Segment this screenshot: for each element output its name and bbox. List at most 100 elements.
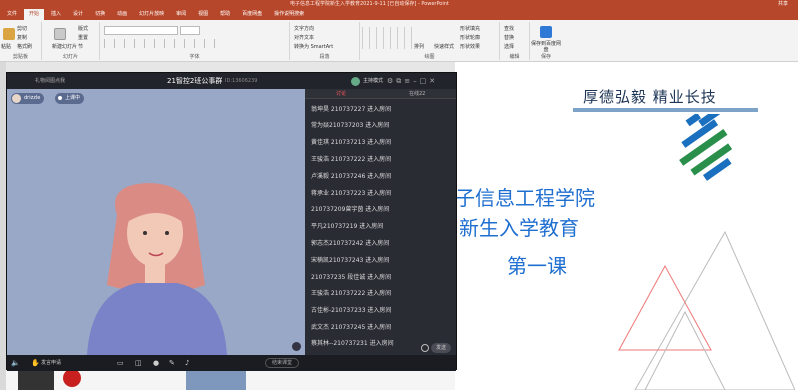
list-item: 古佳彬-210737233 进入房间 bbox=[311, 307, 392, 314]
slide-motto: 厚德弘毅 精业长技 bbox=[583, 88, 717, 106]
slide-title-line3: 第一课 bbox=[507, 254, 567, 278]
tab-baidu[interactable]: 百度网盘 bbox=[237, 9, 267, 20]
camera-icon[interactable]: ▭ bbox=[117, 355, 124, 371]
list-item: 武文杰 210737245 进入房间 bbox=[311, 324, 392, 331]
send-button[interactable]: 发送 bbox=[431, 343, 451, 353]
panel-tabs: 讨论 在线22 bbox=[305, 89, 456, 99]
shape-outline-button[interactable]: 形状轮廓 bbox=[460, 34, 480, 41]
settings-icon[interactable]: ⚙ bbox=[387, 77, 396, 85]
menu-icon[interactable]: ≡ bbox=[404, 77, 413, 85]
layout-button[interactable]: 版式 bbox=[78, 25, 88, 32]
clipboard-label: 剪贴板 bbox=[12, 54, 28, 60]
download-icon[interactable] bbox=[292, 342, 301, 351]
meeting-window[interactable]: 礼物阅图点我 21智控2班公事群 ID:13606239 主持模式 ⚙⧉≡–□✕… bbox=[6, 72, 457, 371]
drawing-label: 绘图 bbox=[424, 54, 435, 60]
font-name-select[interactable] bbox=[104, 26, 178, 35]
list-item: 王骏浩 210737222 进入房间 bbox=[311, 156, 392, 163]
microphone-icon[interactable]: ● bbox=[153, 355, 159, 371]
tab-review[interactable]: 审阅 bbox=[171, 9, 191, 20]
clipboard-group: 粘贴 剪切 复制 格式刷 剪贴板 bbox=[0, 22, 42, 60]
section-button[interactable]: 节 bbox=[78, 43, 83, 50]
teacher-video[interactable]: drizzle 上课中 bbox=[7, 89, 305, 355]
tab-insert[interactable]: 插入 bbox=[46, 9, 66, 20]
music-icon[interactable]: ♪ bbox=[185, 355, 189, 371]
list-item: 210737235 段佳诚 进入房间 bbox=[311, 274, 392, 281]
copy-button[interactable]: 复制 bbox=[17, 34, 27, 41]
college-logo bbox=[679, 114, 733, 181]
tab-help[interactable]: 帮助 bbox=[215, 9, 235, 20]
tab-animations[interactable]: 动画 bbox=[112, 9, 132, 20]
tell-me-search[interactable]: 操作说明搜索 bbox=[269, 9, 309, 20]
list-item: 蒋承业 210737223 进入房间 bbox=[311, 190, 392, 197]
select-button[interactable]: 选择 bbox=[504, 43, 514, 50]
ribbon: 粘贴 剪切 复制 格式刷 剪贴板 新建幻灯片 版式 重置 节 幻灯片 字体 文字… bbox=[0, 20, 798, 62]
arrange-button[interactable]: 排列 bbox=[414, 43, 424, 50]
text-direction-button[interactable]: 文字方向 bbox=[294, 25, 314, 32]
tab-slideshow[interactable]: 幻灯片放映 bbox=[134, 9, 169, 20]
message-list[interactable]: 翁坤昊 210737227 进入房间 常为燚210737203 进入房间 黄佳琪… bbox=[305, 100, 456, 347]
align-text-button[interactable]: 对齐文本 bbox=[294, 34, 314, 41]
replace-button[interactable]: 替换 bbox=[504, 34, 514, 41]
maximize-icon[interactable]: □ bbox=[420, 77, 430, 85]
list-item: 210737209曾宇茵 进入房间 bbox=[311, 206, 390, 213]
shape-fill-button[interactable]: 形状填充 bbox=[460, 25, 480, 32]
ribbon-tabs: 文件 开始 插入 设计 切换 动画 幻灯片放映 审阅 视图 帮助 百度网盘 操作… bbox=[0, 8, 798, 20]
new-slide-button[interactable]: 新建幻灯片 bbox=[52, 43, 77, 50]
tab-file[interactable]: 文件 bbox=[2, 9, 22, 20]
paragraph-group: 文字方向 对齐文本 转换为 SmartArt 段落 bbox=[290, 22, 360, 60]
discussion-panel: 讨论 在线22 翁坤昊 210737227 进入房间 常为燚210737203 … bbox=[305, 89, 456, 355]
host-mode-label: 主持模式 bbox=[363, 78, 384, 84]
slide-title-line2: 新生入学教育 bbox=[459, 216, 579, 240]
baidu-cloud-icon[interactable] bbox=[540, 26, 552, 38]
save-to-baidu-button[interactable]: 保存到百度网盘 bbox=[530, 41, 562, 53]
list-item: 翁坤昊 210737227 进入房间 bbox=[311, 106, 392, 113]
window-controls[interactable]: ⚙⧉≡–□✕ bbox=[387, 73, 438, 89]
paste-icon[interactable] bbox=[3, 28, 15, 40]
user-name: drizzle bbox=[24, 95, 41, 101]
app-title-bar: 电子信息工程学院新生入学教育2021-9-11 [已自动保存] - PowerP… bbox=[0, 0, 798, 8]
hand-raise-icon[interactable]: ✋ bbox=[31, 355, 40, 371]
new-slide-icon[interactable] bbox=[54, 28, 66, 40]
list-item: 卢溪毅 210737246 进入房间 bbox=[311, 173, 392, 180]
slides-label: 幻灯片 bbox=[62, 54, 78, 60]
paste-button[interactable]: 粘贴 bbox=[1, 43, 11, 50]
shapes-gallery[interactable] bbox=[362, 27, 412, 49]
slide-title-line1: 子信息工程学院 bbox=[455, 186, 595, 210]
tab-design[interactable]: 设计 bbox=[68, 9, 88, 20]
apply-speak-button[interactable]: 发言申请 bbox=[41, 355, 61, 371]
meeting-id: ID:13606239 bbox=[225, 78, 258, 84]
find-button[interactable]: 查找 bbox=[504, 25, 514, 32]
gift-link[interactable]: 礼物阅图点我 bbox=[35, 73, 65, 89]
shape-effects-button[interactable]: 形状效果 bbox=[460, 43, 480, 50]
reset-button[interactable]: 重置 bbox=[78, 34, 88, 41]
end-class-button[interactable]: 结束课堂 bbox=[265, 358, 300, 368]
format-painter-button[interactable]: 格式刷 bbox=[17, 43, 32, 50]
font-format-buttons[interactable] bbox=[104, 39, 224, 48]
edit-icon[interactable]: ✎ bbox=[169, 355, 175, 371]
tab-transitions[interactable]: 切换 bbox=[90, 9, 110, 20]
document-title: 电子信息工程学院新生入学教育2021-9-11 [已自动保存] - PowerP… bbox=[290, 1, 449, 7]
user-tag: drizzle bbox=[11, 93, 45, 104]
editing-label: 编辑 bbox=[509, 54, 520, 60]
list-item: 常为燚210737203 进入房间 bbox=[311, 122, 390, 129]
status-badge: 上课中 bbox=[55, 93, 85, 104]
save-label: 保存 bbox=[540, 54, 551, 60]
close-icon[interactable]: ✕ bbox=[429, 77, 438, 85]
list-item: 王骏浩 210737222 进入房间 bbox=[311, 290, 392, 297]
list-item: 郭志杰210737242 进入房间 bbox=[311, 240, 390, 247]
emoji-icon[interactable] bbox=[421, 344, 429, 352]
meeting-controls: 🔈 ✋ 发言申请 ▭ ◫ ● ✎ ♪ 结束课堂 bbox=[7, 355, 456, 371]
meeting-header: 礼物阅图点我 21智控2班公事群 ID:13606239 主持模式 ⚙⧉≡–□✕ bbox=[7, 73, 456, 89]
font-size-select[interactable] bbox=[180, 26, 200, 35]
cut-button[interactable]: 剪切 bbox=[17, 25, 27, 32]
speaker-icon[interactable]: 🔈 bbox=[11, 355, 20, 371]
slide-canvas[interactable]: 厚德弘毅 精业长技 子信息工程学院 新生入学教育 第一课 bbox=[455, 62, 798, 390]
tab-home[interactable]: 开始 bbox=[24, 8, 45, 20]
share-button[interactable]: 共享 bbox=[778, 0, 788, 8]
quick-styles-button[interactable]: 快速样式 bbox=[434, 43, 454, 50]
tab-view[interactable]: 视图 bbox=[193, 9, 213, 20]
screen-share-icon[interactable]: ◫ bbox=[135, 355, 142, 371]
tab-discussion[interactable]: 讨论 bbox=[336, 89, 346, 99]
tab-online[interactable]: 在线22 bbox=[409, 89, 425, 99]
smartart-button[interactable]: 转换为 SmartArt bbox=[294, 43, 333, 50]
